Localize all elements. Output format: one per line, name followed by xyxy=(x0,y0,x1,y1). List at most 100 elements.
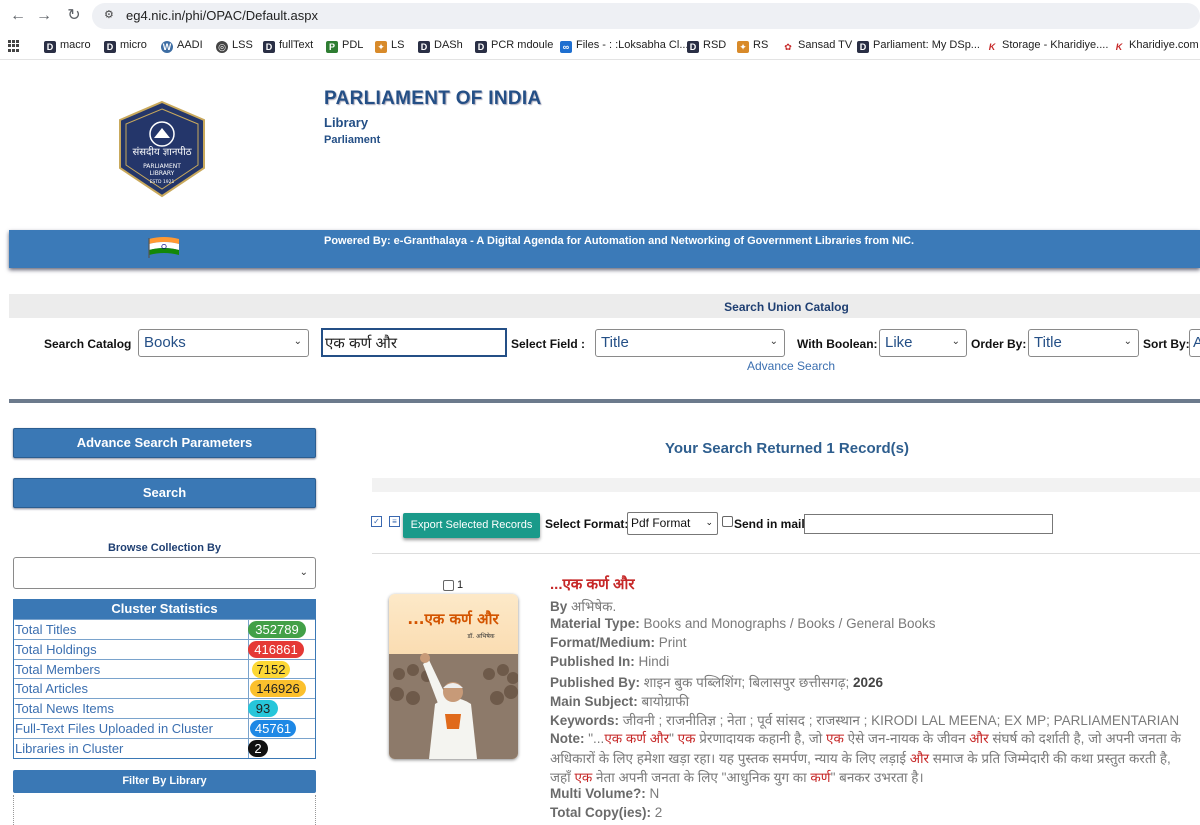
cluster-stat-label[interactable]: Total Titles xyxy=(15,622,76,637)
order-by-label: Order By: xyxy=(971,337,1027,351)
filter-by-library-list[interactable] xyxy=(13,795,316,825)
bookmark-favicon-icon: D xyxy=(263,41,275,53)
url-text[interactable]: eg4.nic.in/phi/OPAC/Default.aspx xyxy=(126,8,318,23)
sansad-tv-icon: ✿ xyxy=(782,41,794,53)
cluster-stat-label[interactable]: Total Holdings xyxy=(15,642,97,657)
cluster-stat-label[interactable]: Total Articles xyxy=(15,681,88,696)
bookmark-sansad-tv[interactable]: ✿ Sansad TV xyxy=(782,39,852,53)
bookmark-dash[interactable]: D DASh xyxy=(418,39,463,53)
search-catalog-select[interactable]: Books ⌄ xyxy=(138,329,309,357)
cluster-stat-label[interactable]: Libraries in Cluster xyxy=(15,741,123,756)
bookmark-favicon-icon: D xyxy=(687,41,699,53)
cluster-stat-label[interactable]: Total Members xyxy=(15,662,100,677)
cluster-statistics-table: Cluster Statistics Total Titles 352789 Tot… xyxy=(13,599,316,759)
bookmark-pcr[interactable]: D PCR mdoule xyxy=(475,39,553,53)
bookmark-lss[interactable]: ◎ LSS xyxy=(216,39,253,53)
sort-by-label: Sort By: xyxy=(1143,337,1190,351)
india-flag-icon xyxy=(148,237,179,258)
record-divider xyxy=(372,553,1200,554)
cluster-stat-row: Total Articles 146926 xyxy=(14,678,315,699)
record-note: Note: "...एक कर्ण और" एक प्रेरणादायक कहा… xyxy=(550,731,1181,785)
cluster-stat-row: Full-Text Files Uploaded in Cluster 45761 xyxy=(14,717,315,738)
sort-by-select[interactable]: A xyxy=(1189,329,1200,357)
parliament-library-logo: संसदीय ज्ञानपीठ PARLIAMENT LIBRARY ESTD … xyxy=(119,100,205,198)
bookmark-storage[interactable]: K Storage - Kharidiye.... xyxy=(986,39,1108,53)
svg-text:ESTD 1921: ESTD 1921 xyxy=(150,179,175,185)
search-union-title: Search Union Catalog xyxy=(724,300,849,314)
select-field-select[interactable]: Title ⌄ xyxy=(595,329,785,357)
cluster-column-divider xyxy=(248,718,249,738)
bookmark-aadi[interactable]: W AADI xyxy=(161,39,203,53)
globe-icon: ◎ xyxy=(216,41,228,53)
record-language: Published In: Hindi xyxy=(550,654,670,669)
select-field-label: Select Field : xyxy=(511,337,586,351)
select-format-label: Select Format: xyxy=(545,517,629,531)
reload-icon[interactable]: ↻ xyxy=(64,6,84,26)
export-format-select[interactable]: Pdf Format ⌄ xyxy=(627,512,718,535)
cluster-stat-count-badge: 7152 xyxy=(252,660,290,678)
cluster-stat-count-badge: 45761 xyxy=(250,719,296,737)
clear-selection-icon[interactable]: ≡ xyxy=(389,516,400,527)
browse-collection-select[interactable]: ⌄ xyxy=(13,557,316,589)
export-selected-records-button[interactable]: Export Selected Records xyxy=(403,513,540,538)
bookmark-rs[interactable]: ✦ RS xyxy=(737,39,768,53)
site-subtitle-parliament: Parliament xyxy=(324,134,381,146)
apps-grid-icon[interactable] xyxy=(8,40,20,52)
record-select-checkbox[interactable] xyxy=(443,580,454,591)
advance-search-parameters-button[interactable]: Advance Search Parameters xyxy=(13,428,316,458)
cluster-column-divider xyxy=(248,659,249,679)
back-icon[interactable]: ← xyxy=(8,6,28,26)
files-icon: ∞ xyxy=(560,41,572,53)
search-button[interactable]: Search xyxy=(13,478,316,508)
record-publisher: Published By: शाइन बुक पब्लिशिंग; बिलासप… xyxy=(550,675,884,690)
order-by-select[interactable]: Title ⌄ xyxy=(1028,329,1139,357)
section-divider xyxy=(9,399,1200,403)
search-query-input[interactable]: एक कर्ण और xyxy=(321,328,507,357)
record-format: Format/Medium: Print xyxy=(550,635,687,650)
bookmark-ls[interactable]: ✦ LS xyxy=(375,39,404,53)
svg-text:संसदीय ज्ञानपीठ: संसदीय ज्ञानपीठ xyxy=(132,146,191,158)
mail-address-input[interactable] xyxy=(804,514,1053,534)
advance-search-link[interactable]: Advance Search xyxy=(747,359,835,373)
svg-text:LIBRARY: LIBRARY xyxy=(150,170,175,177)
bookmark-pdl[interactable]: P PDL xyxy=(326,39,363,53)
cluster-stat-row: Total Members 7152 xyxy=(14,658,315,679)
search-catalog-label: Search Catalog xyxy=(44,337,132,351)
bookmark-macro[interactable]: Dmacro xyxy=(44,39,91,53)
cluster-stat-count-badge: 146926 xyxy=(250,680,306,698)
bookmark-micro[interactable]: Dmicro xyxy=(104,39,147,53)
bookmark-favicon-icon: D xyxy=(418,41,430,53)
bookmark-favicon-icon: D xyxy=(44,41,56,53)
book-cover-image[interactable]: ...एक कर्ण और डॉ. अभिषेक xyxy=(389,594,518,759)
bookmark-kharidiye[interactable]: K Kharidiye.com xyxy=(1113,39,1199,53)
kharidiye-icon: K xyxy=(1113,41,1125,53)
site-info-icon[interactable]: ⚙ xyxy=(104,8,118,22)
record-number: 1 xyxy=(457,579,464,591)
boolean-label: With Boolean: xyxy=(797,337,878,351)
results-header-strip xyxy=(372,478,1200,492)
filter-by-library-button[interactable]: Filter By Library xyxy=(13,770,316,793)
record-subject: Main Subject: बायोग्राफी xyxy=(550,694,690,709)
select-all-icon[interactable]: ✓ xyxy=(371,516,382,527)
browse-collection-label: Browse Collection By xyxy=(107,542,222,554)
record-total-copies: Total Copy(ies): 2 xyxy=(550,805,663,820)
chevron-down-icon: ⌄ xyxy=(951,336,960,347)
chevron-down-icon: ⌄ xyxy=(769,336,778,347)
send-in-mail-checkbox[interactable] xyxy=(722,516,733,527)
kharidiye-icon: K xyxy=(986,41,998,53)
site-subtitle-library: Library xyxy=(324,115,369,130)
boolean-select[interactable]: Like ⌄ xyxy=(879,329,967,357)
record-title[interactable]: ...एक कर्ण और xyxy=(550,574,635,594)
bookmark-parliament-dsp[interactable]: D Parliament: My DSp... xyxy=(857,39,980,53)
bookmark-files[interactable]: ∞ Files - : :Loksabha Cl... xyxy=(560,39,689,53)
chevron-down-icon: ⌄ xyxy=(293,336,302,347)
bookmark-fulltext[interactable]: DfullText xyxy=(263,39,313,53)
svg-text:PARLIAMENT: PARLIAMENT xyxy=(143,163,181,170)
bookmark-rsd[interactable]: D RSD xyxy=(687,39,726,53)
address-bar[interactable]: ⚙ eg4.nic.in/phi/OPAC/Default.aspx xyxy=(92,3,1200,29)
cluster-stat-row: Total News Items 93 xyxy=(14,698,315,718)
cluster-stat-label[interactable]: Full-Text Files Uploaded in Cluster xyxy=(15,721,213,736)
chevron-down-icon: ⌄ xyxy=(1123,336,1132,347)
cluster-stat-label[interactable]: Total News Items xyxy=(15,701,114,716)
forward-icon[interactable]: → xyxy=(34,6,54,26)
